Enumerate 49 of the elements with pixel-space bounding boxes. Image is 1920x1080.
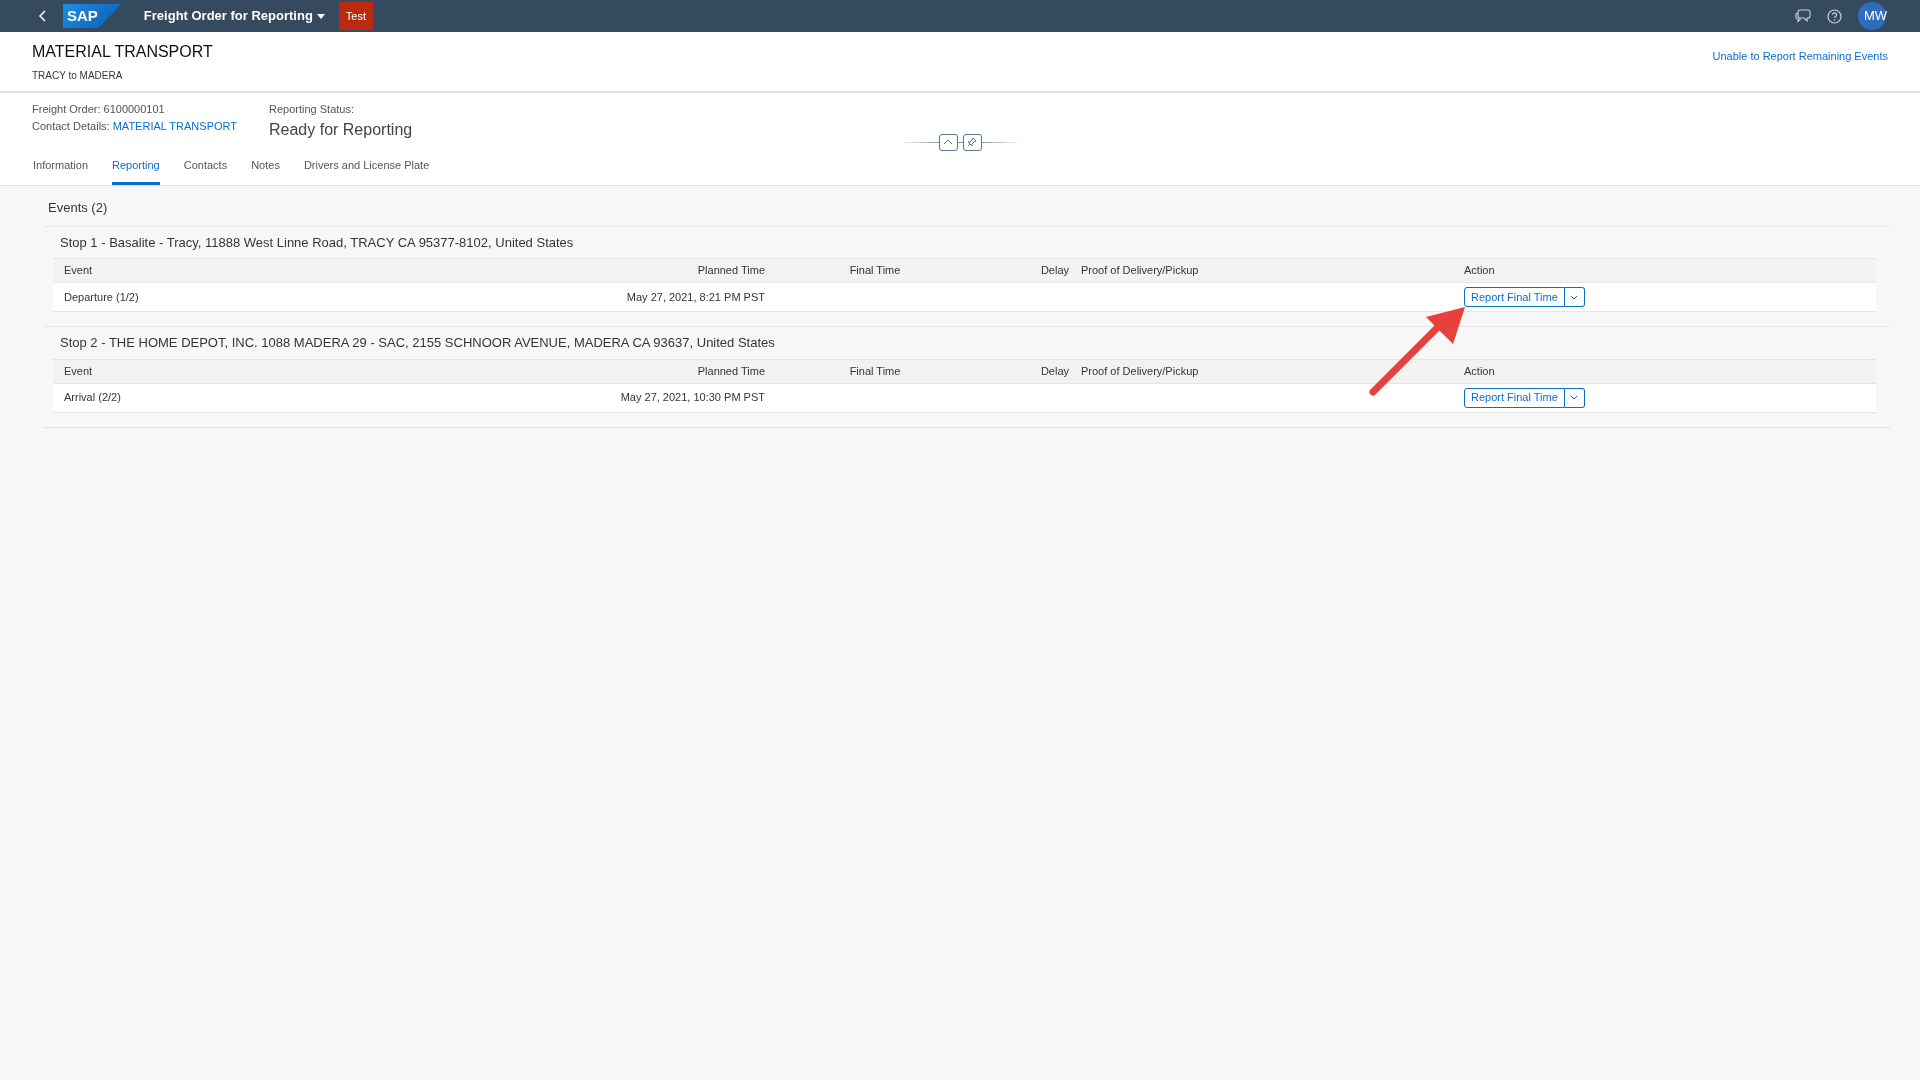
column-header: Proof of Delivery/Pickup bbox=[1080, 363, 1200, 379]
section-title: Events (2) bbox=[48, 199, 109, 217]
dropdown-button[interactable] bbox=[1564, 387, 1585, 408]
object-title: MATERIAL TRANSPORT bbox=[32, 42, 213, 62]
column-header: Delay bbox=[1039, 363, 1069, 379]
caret-icon bbox=[1570, 294, 1579, 300]
logo: SAP bbox=[63, 4, 122, 28]
column-header: Planned Time bbox=[696, 263, 765, 279]
stop-title: Stop 2 - THE HOME DEPOT, INC. 1088 MADERA 29 - SAC, 2155 SCHNOOR AVENUE, MADERA CA 93637, United States bbox=[59, 334, 776, 352]
field-label: Contact Details: bbox=[32, 119, 111, 132]
contact-link[interactable]: MATERIAL TRANSPORT bbox=[112, 119, 237, 132]
back-icon[interactable] bbox=[38, 10, 47, 22]
caret-icon bbox=[316, 13, 325, 19]
environment-badge: Test bbox=[338, 1, 374, 31]
report-final-time-button[interactable]: Report Final Time bbox=[1464, 387, 1565, 408]
column-header: Event bbox=[64, 363, 94, 379]
field-value: 6100000101 bbox=[103, 103, 165, 115]
column-header: Planned Time bbox=[696, 363, 765, 379]
user-avatar[interactable]: MW bbox=[1858, 2, 1886, 30]
column-header: Final Time bbox=[848, 363, 902, 379]
action-link[interactable]: Unable to Report Remaining Events bbox=[1712, 48, 1888, 65]
collapse-icon[interactable] bbox=[938, 133, 958, 151]
tab[interactable]: Notes bbox=[251, 150, 280, 185]
column-header: Event bbox=[64, 263, 94, 279]
table-cell-text: Departure (1/2) bbox=[64, 289, 140, 305]
app-title-menu[interactable]: Freight Order for Reporting bbox=[137, 5, 331, 27]
object-subtitle: TRACY to MADERA bbox=[32, 69, 124, 83]
column-header: Delay bbox=[1039, 263, 1069, 279]
column-header: Action bbox=[1464, 263, 1496, 279]
help-icon[interactable] bbox=[1827, 8, 1842, 24]
column-header: Final Time bbox=[848, 263, 902, 279]
column-header: Action bbox=[1464, 363, 1496, 379]
dropdown-button[interactable] bbox=[1564, 287, 1585, 307]
caret-icon bbox=[1570, 395, 1579, 400]
stop-title: Stop 1 - Basalite - Tracy, 11888 West Linne Road, TRACY CA 95377-8102, United States bbox=[59, 233, 575, 252]
field-label: Freight Order: bbox=[32, 103, 102, 115]
tab[interactable]: Reporting bbox=[112, 150, 160, 185]
table-cell-text: Arrival (2/2) bbox=[64, 390, 122, 406]
report-final-time-button[interactable]: Report Final Time bbox=[1464, 287, 1565, 307]
status-value: Ready for Reporting bbox=[269, 119, 413, 140]
tab[interactable]: Drivers and License Plate bbox=[303, 150, 430, 185]
table-cell-text: May 27, 2021, 8:21 PM PST bbox=[625, 289, 765, 305]
pin-icon[interactable] bbox=[962, 133, 982, 151]
status-label: Reporting Status: bbox=[269, 102, 355, 117]
tab[interactable]: Contacts bbox=[183, 150, 228, 185]
tab[interactable]: Information bbox=[33, 150, 89, 185]
column-header: Proof of Delivery/Pickup bbox=[1080, 263, 1200, 279]
chat-icon[interactable] bbox=[1795, 9, 1811, 23]
table-cell-text: May 27, 2021, 10:30 PM PST bbox=[619, 390, 765, 406]
